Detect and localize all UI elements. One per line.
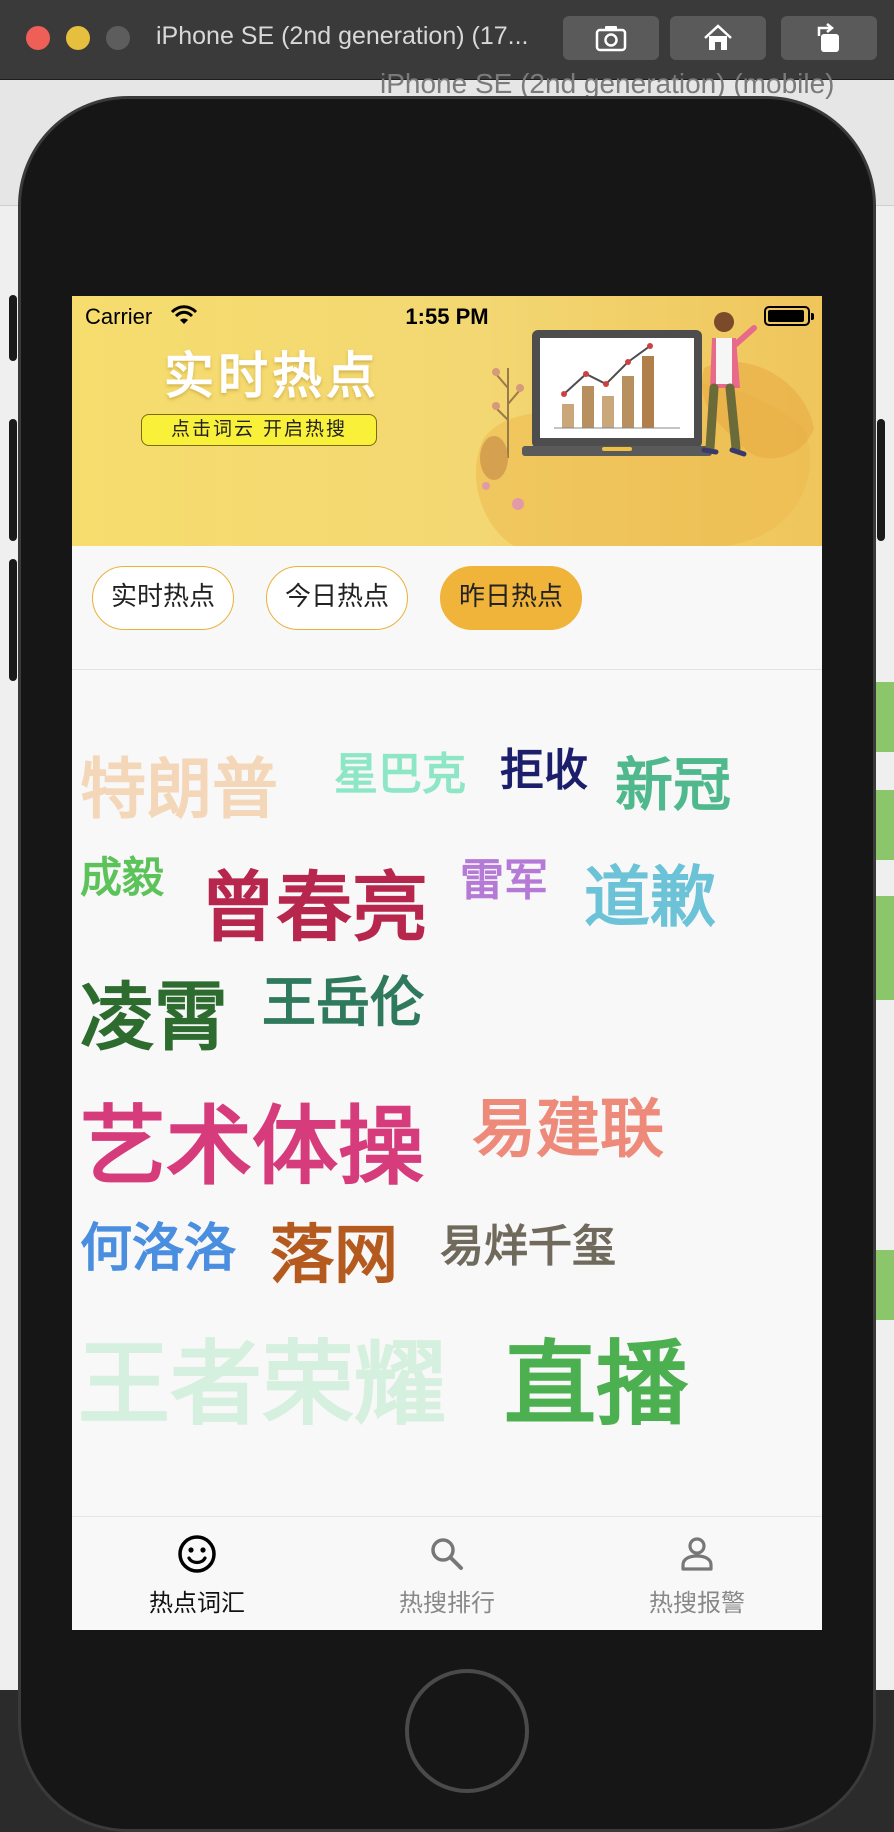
cloud-word[interactable]: 艺术体操 [80,1076,424,1201]
tabbar-item-alert[interactable]: 热搜报警 [572,1517,822,1630]
cloud-word[interactable]: 何洛洛 [80,1206,236,1281]
tabbar-item-hot-words[interactable]: 热点词汇 [72,1517,322,1630]
cloud-word[interactable]: 道歉 [584,844,716,940]
screenshot-icon [595,26,627,52]
tab-today-hot[interactable]: 今日热点 [266,566,408,630]
search-icon [431,1538,463,1570]
tabbar-label: 热点词汇 [149,1589,245,1617]
tab-realtime-hot[interactable]: 实时热点 [92,566,234,630]
bottom-tab-bar: 热点词汇 热搜排行 热搜报警 [72,1516,822,1630]
segment-tabs: 实时热点 今日热点 昨日热点 [72,546,822,670]
cloud-word[interactable]: 凌霄 [80,958,228,1065]
tab-yesterday-hot[interactable]: 昨日热点 [440,566,582,630]
header-banner: Carrier 1:55 PM 实时热点 点击词云 开启热搜 [72,296,822,546]
word-cloud: 特朗普 星巴克 拒收 新冠 成毅 曾春亮 雷军 道歉 凌霄 王岳伦 艺术体操 易… [72,670,822,1510]
tabbar-item-ranking[interactable]: 热搜排行 [322,1517,572,1630]
analytics-illustration [475,312,814,546]
user-icon [681,1537,713,1571]
device-home-button[interactable] [405,1669,529,1793]
cloud-word[interactable]: 特朗普 [80,736,278,832]
zoom-window-button[interactable] [106,26,130,50]
cloud-word[interactable]: 落网 [270,1204,398,1296]
volume-up-button [9,419,17,541]
phone-screen: Carrier 1:55 PM 实时热点 点击词云 开启热搜 实时热点 今日热点… [72,296,822,1630]
home-button[interactable] [670,16,766,60]
cloud-word[interactable]: 易烊千玺 [440,1210,616,1274]
power-button [877,419,885,541]
cloud-word[interactable]: 成毅 [80,844,164,905]
cloud-word[interactable]: 星巴克 [334,738,466,802]
cloud-word[interactable]: 曾春亮 [200,846,428,956]
battery-icon [764,306,814,326]
smiley-icon [178,1535,216,1573]
volume-down-button [9,559,17,681]
status-bar: Carrier 1:55 PM [72,296,822,336]
rotate-button[interactable] [781,16,877,60]
status-time: 1:55 PM [405,304,489,329]
banner-subtitle: 点击词云 开启热搜 [141,414,377,446]
cloud-word[interactable]: 王者荣耀 [78,1310,446,1443]
cloud-word[interactable]: 雷军 [460,844,548,908]
rotate-icon [817,23,839,52]
home-icon [704,24,732,50]
screenshot-button[interactable] [563,16,659,60]
cloud-word[interactable]: 拒收 [500,734,588,798]
simulator-title: iPhone SE (2nd generation) (17... [156,22,529,50]
cloud-word[interactable]: 王岳伦 [262,958,424,1037]
close-window-button[interactable] [26,26,50,50]
cloud-word[interactable]: 易建联 [472,1078,664,1170]
minimize-window-button[interactable] [66,26,90,50]
mute-switch [9,295,17,361]
tabbar-label: 热搜报警 [649,1589,745,1617]
banner-title: 实时热点 [164,347,380,405]
cloud-word[interactable]: 直播 [504,1310,688,1443]
tabbar-label: 热搜排行 [399,1589,495,1617]
cloud-word[interactable]: 新冠 [615,738,731,822]
